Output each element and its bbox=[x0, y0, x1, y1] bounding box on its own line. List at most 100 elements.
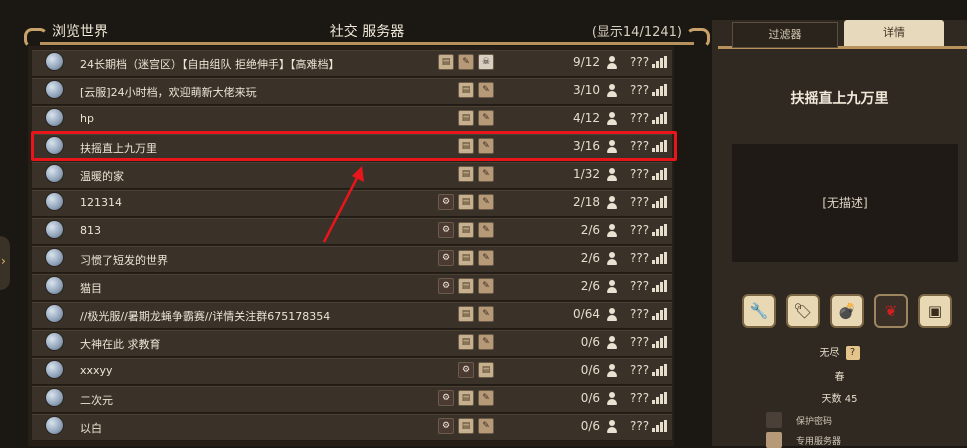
pickaxe-icon: ✎ bbox=[478, 110, 494, 126]
ornament-right-icon bbox=[686, 28, 710, 48]
server-row[interactable]: //极光服//暑期龙蝇争霸赛//详情关注群675178354 ▤ ✎ 0/64??? bbox=[32, 302, 672, 329]
signal-icon bbox=[652, 336, 667, 348]
endless-mode-icon: ? bbox=[845, 346, 860, 360]
server-tags: ▤ ✎ bbox=[418, 82, 498, 100]
signal-icon bbox=[652, 252, 667, 264]
server-tags: ⚙ ▤ ✎ bbox=[418, 194, 498, 212]
days-row: 天数 45 bbox=[712, 390, 967, 405]
player-count: 2/6 bbox=[580, 223, 600, 237]
server-name: 以白 bbox=[80, 422, 102, 435]
dedicated-label: 专用服务器 bbox=[796, 437, 842, 447]
server-row[interactable]: 大神在此 求教育 ▤ ✎ 0/6??? bbox=[32, 330, 672, 357]
tab-details[interactable]: 详情 bbox=[844, 20, 944, 46]
description-box: [无描述] bbox=[732, 144, 958, 262]
server-row[interactable]: 猫目 ⚙ ▤ ✎ 2/6??? bbox=[32, 274, 672, 301]
tab-filters[interactable]: 过滤器 bbox=[732, 22, 838, 48]
scroll-icon: ▤ bbox=[458, 222, 474, 238]
list-header: 浏览世界 社交 服务器 (显示14/1241) bbox=[24, 18, 710, 48]
player-icon bbox=[606, 112, 618, 126]
ping-value: ??? bbox=[630, 419, 650, 433]
wrench-icon[interactable]: 🔧 bbox=[742, 294, 776, 328]
player-count: 0/6 bbox=[580, 335, 600, 349]
server-row[interactable]: hp ▤ ✎ 4/12??? bbox=[32, 106, 672, 133]
annotation-arrow bbox=[322, 166, 364, 243]
ping-value: ??? bbox=[630, 55, 650, 69]
server-tags: ⚙ ▤ ✎ bbox=[418, 418, 498, 436]
player-count: 0/6 bbox=[580, 363, 600, 377]
ping-value: ??? bbox=[630, 335, 650, 349]
globe-icon bbox=[46, 109, 63, 126]
server-row[interactable]: 二次元 ⚙ ▤ ✎ 0/6??? bbox=[32, 386, 672, 413]
pickaxe-icon: ✎ bbox=[478, 334, 494, 350]
mod-icon: ⚙ bbox=[438, 194, 454, 210]
globe-icon bbox=[46, 193, 63, 210]
pickaxe-icon: ✎ bbox=[478, 222, 494, 238]
player-icon bbox=[606, 336, 618, 350]
mod-icon: ⚙ bbox=[438, 418, 454, 434]
pickaxe-icon: ✎ bbox=[478, 418, 494, 434]
scroll-icon: ▤ bbox=[458, 250, 474, 266]
server-tags: ▤ ✎ ☠ bbox=[418, 54, 498, 72]
server-row[interactable]: 24长期档（迷宫区）【自由组队 拒绝伸手】【高难档】 ▤ ✎ ☠ 9/12??? bbox=[32, 50, 672, 77]
server-row[interactable]: xxxyy ⚙ ▤ 0/6??? bbox=[32, 358, 672, 385]
signal-icon bbox=[652, 420, 667, 432]
player-icon bbox=[606, 392, 618, 406]
globe-icon bbox=[46, 305, 63, 322]
server-tags: ⚙ ▤ ✎ bbox=[418, 250, 498, 268]
ping-value: ??? bbox=[630, 111, 650, 125]
signal-icon bbox=[652, 112, 667, 124]
server-tags: ▤ ✎ bbox=[418, 306, 498, 324]
player-count: 2/18 bbox=[573, 195, 600, 209]
signal-icon bbox=[652, 364, 667, 376]
ping-value: ??? bbox=[630, 195, 650, 209]
bomb-icon[interactable]: 💣 bbox=[830, 294, 864, 328]
pickaxe-icon: ✎ bbox=[478, 250, 494, 266]
server-name: 习惯了短发的世界 bbox=[80, 254, 168, 267]
player-count: 9/12 bbox=[573, 55, 600, 69]
ping-value: ??? bbox=[630, 83, 650, 97]
globe-icon bbox=[46, 277, 63, 294]
ping-value: ??? bbox=[630, 167, 650, 181]
description-text: [无描述] bbox=[822, 196, 868, 210]
signal-icon bbox=[652, 308, 667, 320]
player-count: 2/6 bbox=[580, 279, 600, 293]
signal-icon bbox=[652, 84, 667, 96]
server-tags: ▤ ✎ bbox=[418, 166, 498, 184]
scroll-icon: ▤ bbox=[458, 278, 474, 294]
player-icon bbox=[606, 280, 618, 294]
server-count: (显示14/1241) bbox=[591, 25, 682, 40]
globe-icon bbox=[46, 165, 63, 182]
server-row[interactable]: 以白 ⚙ ▤ ✎ 0/6??? bbox=[32, 414, 672, 441]
portrait-icon[interactable]: ▣ bbox=[918, 294, 952, 328]
game-mode-icons: 🔧 🏷 💣 ❦ ▣ bbox=[742, 294, 962, 334]
ping-value: ??? bbox=[630, 139, 650, 153]
ping-value: ??? bbox=[630, 307, 650, 321]
server-row[interactable]: [云服]24小时档，欢迎萌新大佬来玩 ▤ ✎ 3/10??? bbox=[32, 78, 672, 105]
player-count: 4/12 bbox=[573, 111, 600, 125]
globe-icon bbox=[46, 137, 63, 154]
tag-icon[interactable]: 🏷 bbox=[786, 294, 820, 328]
scroll-icon: ▤ bbox=[458, 306, 474, 322]
scroll-icon: ▤ bbox=[478, 362, 494, 378]
days-label: 天数 bbox=[821, 394, 842, 405]
player-icon bbox=[606, 140, 618, 154]
scroll-icon: ▤ bbox=[458, 166, 474, 182]
globe-icon bbox=[46, 249, 63, 266]
skull-icon: ☠ bbox=[478, 54, 494, 70]
server-row[interactable]: 习惯了短发的世界 ⚙ ▤ ✎ 2/6??? bbox=[32, 246, 672, 273]
signal-icon bbox=[652, 56, 667, 68]
header-divider bbox=[40, 42, 694, 45]
player-count: 3/10 bbox=[573, 83, 600, 97]
server-row[interactable]: 扶摇直上九万里 ▤ ✎ 3/16??? bbox=[32, 134, 672, 161]
ping-value: ??? bbox=[630, 251, 650, 265]
globe-icon bbox=[46, 81, 63, 98]
season-value: 春 bbox=[834, 372, 845, 383]
player-icon bbox=[606, 168, 618, 182]
pickaxe-icon: ✎ bbox=[478, 390, 494, 406]
player-count: 0/64 bbox=[573, 307, 600, 321]
player-count: 3/16 bbox=[573, 139, 600, 153]
server-list: 24长期档（迷宫区）【自由组队 拒绝伸手】【高难档】 ▤ ✎ ☠ 9/12??? [云服]… bbox=[28, 46, 674, 446]
left-collapse-tab[interactable]: › bbox=[0, 236, 10, 290]
details-panel: 过滤器 详情 扶摇直上九万里 [无描述] 🔧 🏷 💣 ❦ ▣ 无尽? 春 天数 45 保… bbox=[712, 20, 967, 448]
red-tentacle-icon[interactable]: ❦ bbox=[874, 294, 908, 328]
